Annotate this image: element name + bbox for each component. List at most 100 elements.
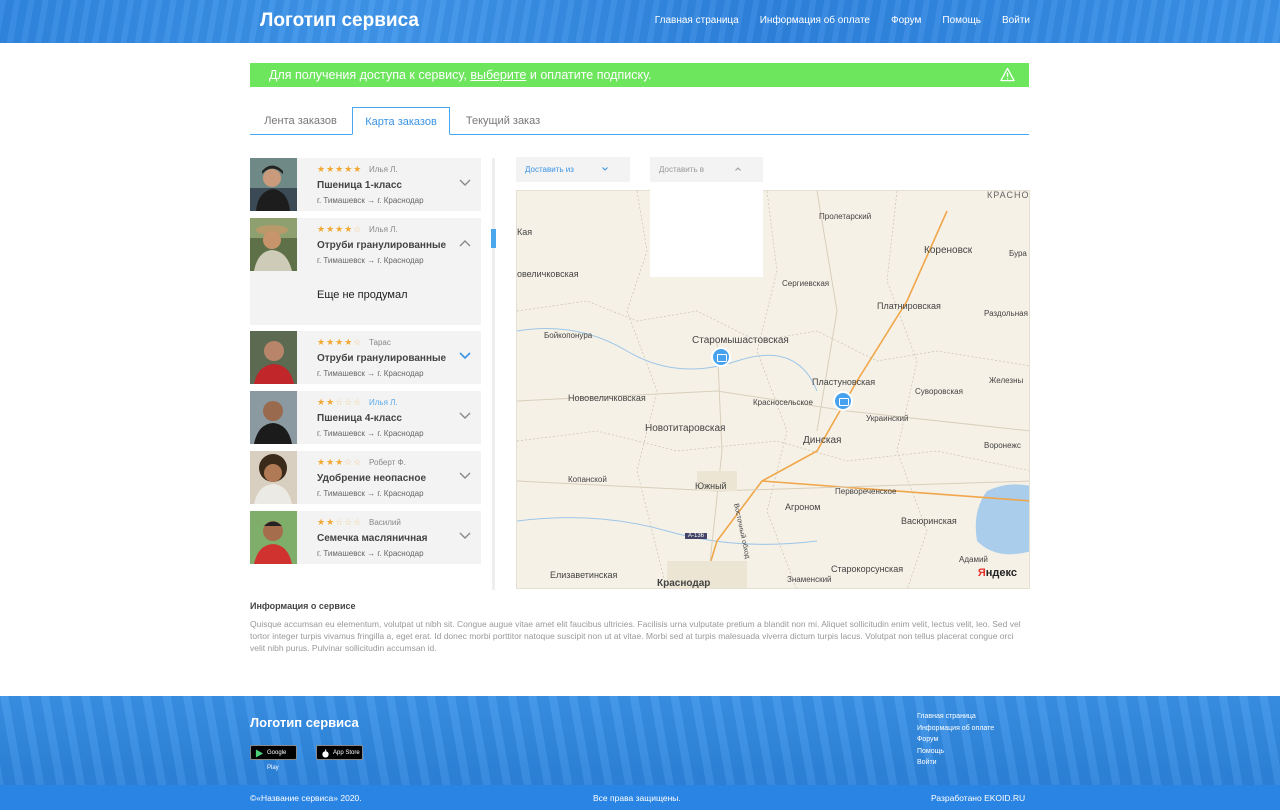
order-card[interactable]: ★★★★★ Илья Л. Пшеница 1-класс г. Тимашев… xyxy=(250,158,481,211)
deliver-to-dropdown[interactable] xyxy=(650,182,763,277)
chevron-up-icon[interactable] xyxy=(459,239,471,247)
nav-payment-info[interactable]: Информация об оплате xyxy=(760,15,870,26)
footer-nav-login[interactable]: Войти xyxy=(917,758,994,768)
chevron-down-icon[interactable] xyxy=(459,412,471,420)
map-label: Сергиевская xyxy=(782,279,830,288)
yandex-logo-text: Яндекс xyxy=(977,567,1017,579)
developer-link[interactable]: Разработано EKOID.RU xyxy=(931,793,1025,803)
map-label: Бойкопонура xyxy=(544,331,593,340)
map-label: Старомышастовская xyxy=(692,335,789,346)
route-from: г. Тимашевск xyxy=(317,196,365,205)
order-pin-icon[interactable] xyxy=(711,347,731,367)
avatar xyxy=(250,511,297,564)
orders-map[interactable]: КРАСНОДА Пролетарский Кореновск Бура Сер… xyxy=(516,190,1030,589)
all-rights: Все права защищены. xyxy=(593,793,681,803)
chevron-down-icon xyxy=(602,167,608,171)
map-label: Воронежс xyxy=(984,441,1021,450)
route-to: г. Краснодар xyxy=(377,369,424,378)
nav-login[interactable]: Войти xyxy=(1002,15,1030,26)
route-from: г. Тимашевск xyxy=(317,256,365,265)
map-label: Елизаветинская xyxy=(550,570,618,580)
order-route: г. Тимашевск → г. Краснодар xyxy=(317,489,424,498)
yandex-logo: Яндекс xyxy=(978,567,1017,579)
order-route: г. Тимашевск → г. Краснодар xyxy=(317,196,424,205)
chevron-up-icon xyxy=(735,167,741,171)
nav-forum[interactable]: Форум xyxy=(891,15,921,26)
order-author: Илья Л. xyxy=(369,165,398,174)
map-label: КРАСНОДА xyxy=(987,190,1030,200)
order-card[interactable]: ★★★★☆ Тарас Отруби гранулированные г. Ти… xyxy=(250,331,481,384)
route-from: г. Тимашевск xyxy=(317,549,365,558)
order-author: Илья Л. xyxy=(369,225,398,234)
app-store-label: App Store xyxy=(333,750,360,756)
service-info-text: Quisque accumsan eu elementum, volutpat … xyxy=(250,619,1021,653)
map-label: Пролетарский xyxy=(819,212,872,221)
chevron-down-icon[interactable] xyxy=(459,179,471,187)
order-pin-icon[interactable] xyxy=(833,391,853,411)
order-note: Еще не продумал xyxy=(317,289,408,301)
deliver-to-select[interactable]: Доставить в xyxy=(650,157,763,182)
alert-text-before: Для получения доступа к сервису, xyxy=(269,68,471,82)
rating-stars: ★★★★★ xyxy=(317,164,363,174)
order-card[interactable]: ★★☆☆☆ Василий Семечка масляничная г. Тим… xyxy=(250,511,481,564)
tab-orders-map[interactable]: Карта заказов xyxy=(352,107,450,135)
footer-nav-forum[interactable]: Форум xyxy=(917,735,994,745)
alert-text-after: и оплатите подписку. xyxy=(526,68,652,82)
order-author: Роберт Ф. xyxy=(369,458,406,467)
footer-logo[interactable]: Логотип сервиса xyxy=(250,715,359,730)
route-to: г. Краснодар xyxy=(377,256,424,265)
footer-nav-help[interactable]: Помощь xyxy=(917,747,994,757)
map-label: Южный xyxy=(695,481,727,491)
map-label: Знаменский xyxy=(787,575,832,584)
avatar xyxy=(250,158,297,211)
order-cargo: Отруби гранулированные xyxy=(317,353,447,364)
map-label: Новотитаровская xyxy=(645,423,726,434)
order-route: г. Тимашевск → г. Краснодар xyxy=(317,369,424,378)
map-label: Кая xyxy=(517,227,533,237)
rating-stars: ★★☆☆☆ xyxy=(317,397,363,407)
map-label: овеличковская xyxy=(517,269,579,279)
map-label: Нововеличковская xyxy=(568,393,646,403)
rating-stars: ★★★★☆ xyxy=(317,224,363,234)
scrollbar-thumb[interactable] xyxy=(491,229,496,248)
footer-nav: Главная страница Информация об оплате Фо… xyxy=(917,712,994,768)
order-cargo: Семечка масляничная xyxy=(317,533,428,544)
chevron-down-icon[interactable] xyxy=(459,532,471,540)
tab-orders-feed[interactable]: Лента заказов xyxy=(250,107,351,135)
deliver-to-label: Доставить в xyxy=(659,165,705,174)
rating-stars: ★★★☆☆ xyxy=(317,457,363,467)
subscription-alert: Для получения доступа к сервису, выберит… xyxy=(250,63,1029,87)
map-label: Платнировская xyxy=(877,301,941,311)
order-cargo: Пшеница 1-класс xyxy=(317,180,402,191)
rating-stars: ★★★★☆ xyxy=(317,337,363,347)
deliver-from-select[interactable]: Доставить из xyxy=(516,157,630,182)
order-author: Илья Л. xyxy=(369,398,398,407)
route-to: г. Краснодар xyxy=(377,196,424,205)
order-route: г. Тимашевск → г. Краснодар xyxy=(317,549,424,558)
nav-help[interactable]: Помощь xyxy=(942,15,981,26)
alert-select-link[interactable]: выберите xyxy=(470,68,526,82)
list-scrollbar[interactable] xyxy=(492,158,495,590)
tab-current-order[interactable]: Текущий заказ xyxy=(450,107,556,135)
order-cargo: Отруби гранулированные xyxy=(317,240,447,251)
footer-nav-home[interactable]: Главная страница xyxy=(917,712,994,722)
footer-nav-payment-info[interactable]: Информация об оплате xyxy=(917,724,994,734)
nav-home[interactable]: Главная страница xyxy=(655,15,739,26)
order-route: г. Тимашевск → г. Краснодар xyxy=(317,429,424,438)
map-label: Васюринская xyxy=(901,516,957,526)
order-card-expanded[interactable]: ★★★★☆ Илья Л. Отруби гранулированные г. … xyxy=(250,218,481,325)
map-label: Первореченское xyxy=(835,487,897,496)
chevron-down-icon[interactable] xyxy=(459,352,471,360)
google-play-badge[interactable]: Google Play xyxy=(250,745,297,771)
order-card[interactable]: ★★☆☆☆ Илья Л. Пшеница 4-класс г. Тимашев… xyxy=(250,391,481,444)
map-label: Копанской xyxy=(568,475,607,484)
order-cargo: Пшеница 4-класс xyxy=(317,413,402,424)
warning-icon xyxy=(1000,67,1015,82)
app-store-badge[interactable]: App Store xyxy=(316,745,363,760)
header-logo[interactable]: Логотип сервиса xyxy=(260,10,419,32)
map-label: Красносельское xyxy=(753,398,813,407)
map-label: Старокорсунская xyxy=(831,564,904,574)
order-author: Тарас xyxy=(369,338,391,347)
chevron-down-icon[interactable] xyxy=(459,472,471,480)
order-card[interactable]: ★★★☆☆ Роберт Ф. Удобрение неопасное г. Т… xyxy=(250,451,481,504)
